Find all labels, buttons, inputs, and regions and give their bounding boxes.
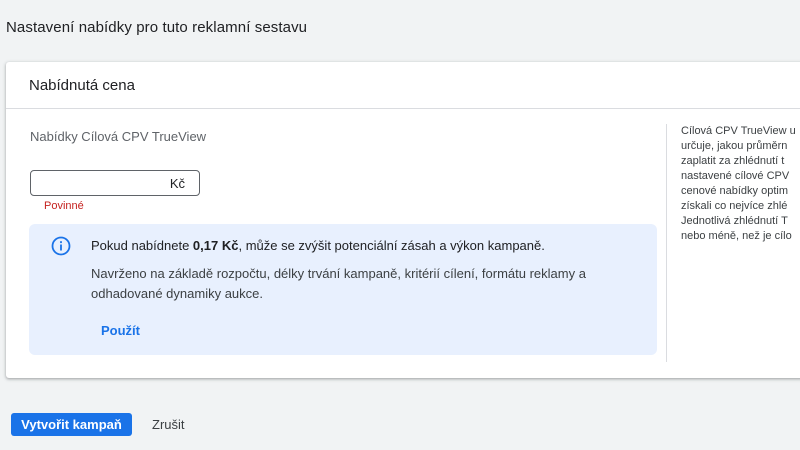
required-error-text: Povinné	[44, 200, 84, 212]
cancel-button[interactable]: Zrušit	[146, 413, 191, 436]
suggestion-text: Pokud nabídnete 0,17 Kč, může se zvýšit …	[91, 238, 545, 253]
side-help-line: Jednotlivá zhlédnutí T	[681, 215, 788, 227]
side-help-line: nebo méně, než je cílo	[681, 230, 792, 242]
info-icon	[51, 236, 71, 256]
bid-suggestion-box: Pokud nabídnete 0,17 Kč, může se zvýšit …	[29, 224, 657, 355]
bid-input[interactable]	[37, 174, 157, 192]
suggestion-explanation: Navrženo na základě rozpočtu, délky trvá…	[91, 266, 586, 301]
side-help-line: získali co nejvíce zhlé	[681, 200, 788, 212]
side-help-line: zaplatit za zhlédnutí t	[681, 155, 785, 167]
apply-suggestion-link[interactable]: Použít	[101, 323, 140, 338]
vertical-divider	[666, 124, 667, 362]
side-help-line: Cílová CPV TrueView u	[681, 125, 796, 137]
side-help-line: nastavené cílové CPV	[681, 170, 790, 182]
card-header: Nabídnutá cena	[6, 62, 800, 109]
suggested-bid-value: 0,17 Kč	[192, 238, 239, 253]
bid-input-wrapper[interactable]: Kč	[30, 170, 200, 196]
side-help-line: určuje, jakou průměrn	[681, 140, 788, 152]
side-help-line: cenové nabídky optim	[681, 185, 789, 197]
suggestion-prefix: Pokud nabídnete	[91, 238, 193, 253]
suggestion-suffix: , může se zvýšit potenciální zásah a výk…	[238, 238, 545, 253]
currency-suffix: Kč	[169, 176, 185, 191]
side-help-text: Cílová CPV TrueView u určuje, jakou prům…	[681, 124, 800, 244]
bid-field-label: Nabídky Cílová CPV TrueView	[30, 129, 207, 144]
page-title: Nastavení nabídky pro tuto reklamní sest…	[6, 19, 308, 36]
bid-card: Nabídnutá cena Nabídky Cílová CPV TrueVi…	[6, 62, 800, 378]
create-campaign-button[interactable]: Vytvořit kampaň	[11, 413, 132, 436]
